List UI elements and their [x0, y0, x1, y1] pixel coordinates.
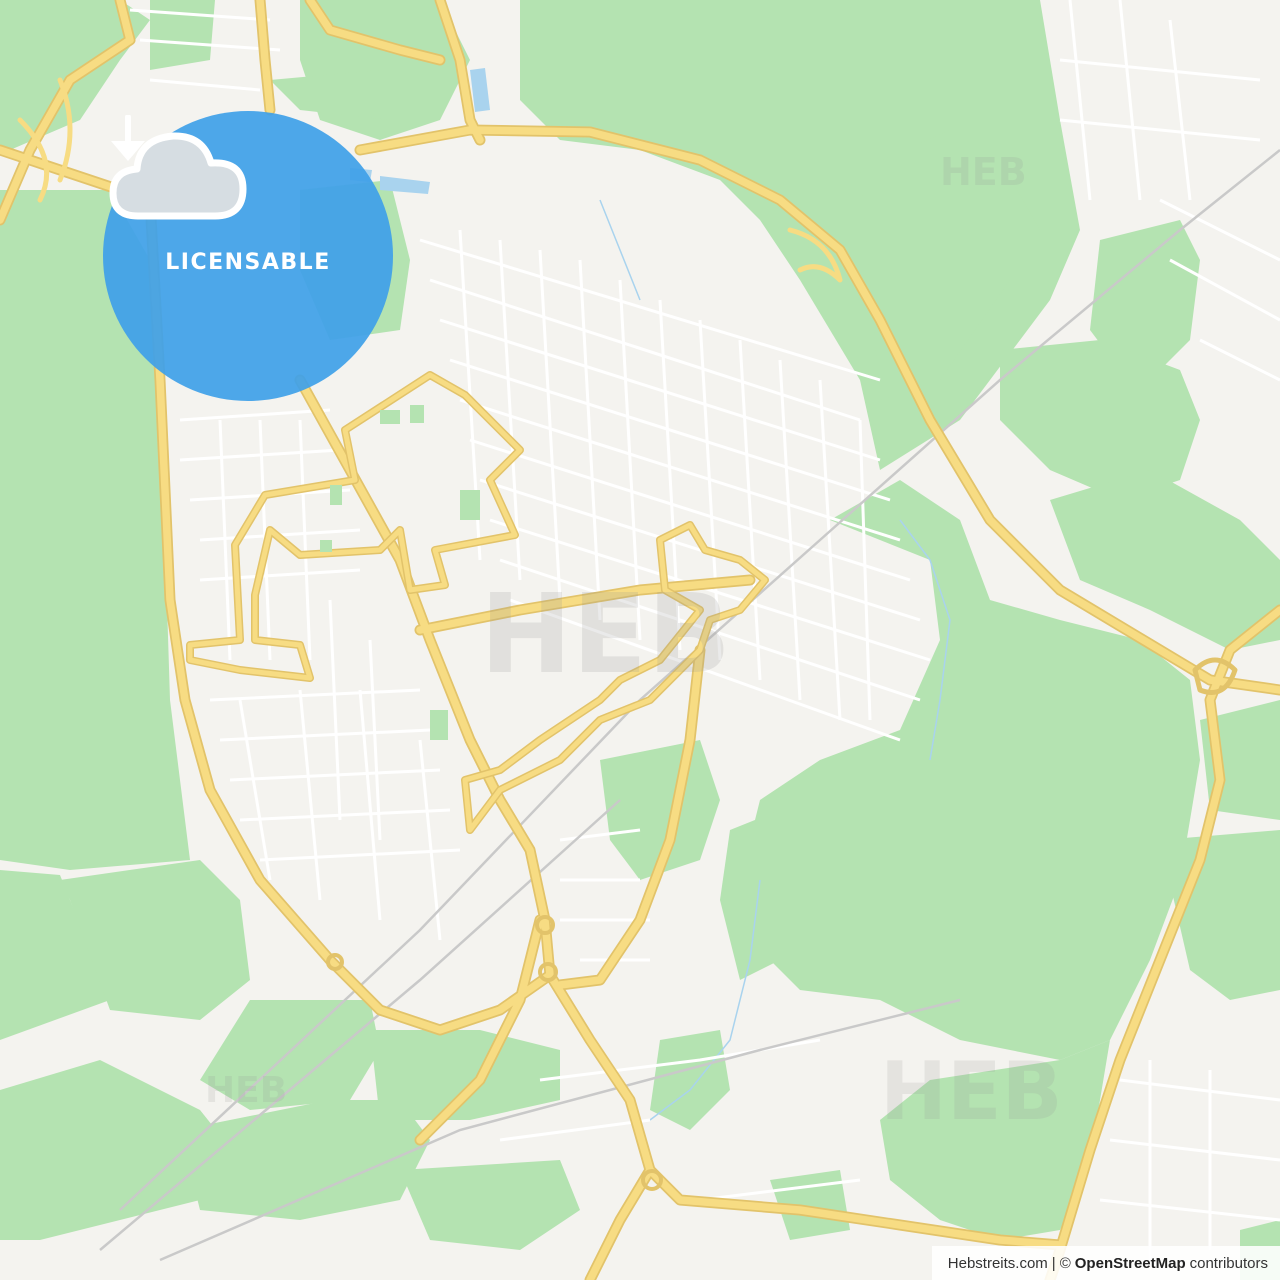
- map-attribution: Hebstreits.com | © OpenStreetMap contrib…: [931, 1246, 1280, 1280]
- download-arrow-icon: [111, 115, 145, 161]
- attribution-copyright: ©: [1059, 1254, 1071, 1272]
- watermark-heb-top-right: HEB: [940, 150, 1027, 194]
- map-canvas[interactable]: HEB HEB HEB HEB LICENSABLE Hebstreits.co…: [0, 0, 1280, 1280]
- attribution-site-link[interactable]: Hebstreits.com: [948, 1255, 1048, 1272]
- attribution-suffix: contributors: [1189, 1254, 1268, 1272]
- watermark-heb-center: HEB: [480, 570, 732, 698]
- attribution-osm-link[interactable]: OpenStreetMap: [1075, 1255, 1186, 1272]
- licensable-badge[interactable]: LICENSABLE: [103, 111, 393, 401]
- attribution-separator: |: [1051, 1254, 1056, 1272]
- watermark-heb-bottom-right: HEB: [880, 1045, 1063, 1138]
- watermark-heb-bottom-left: HEB: [205, 1070, 288, 1111]
- licensable-label: LICENSABLE: [165, 249, 331, 275]
